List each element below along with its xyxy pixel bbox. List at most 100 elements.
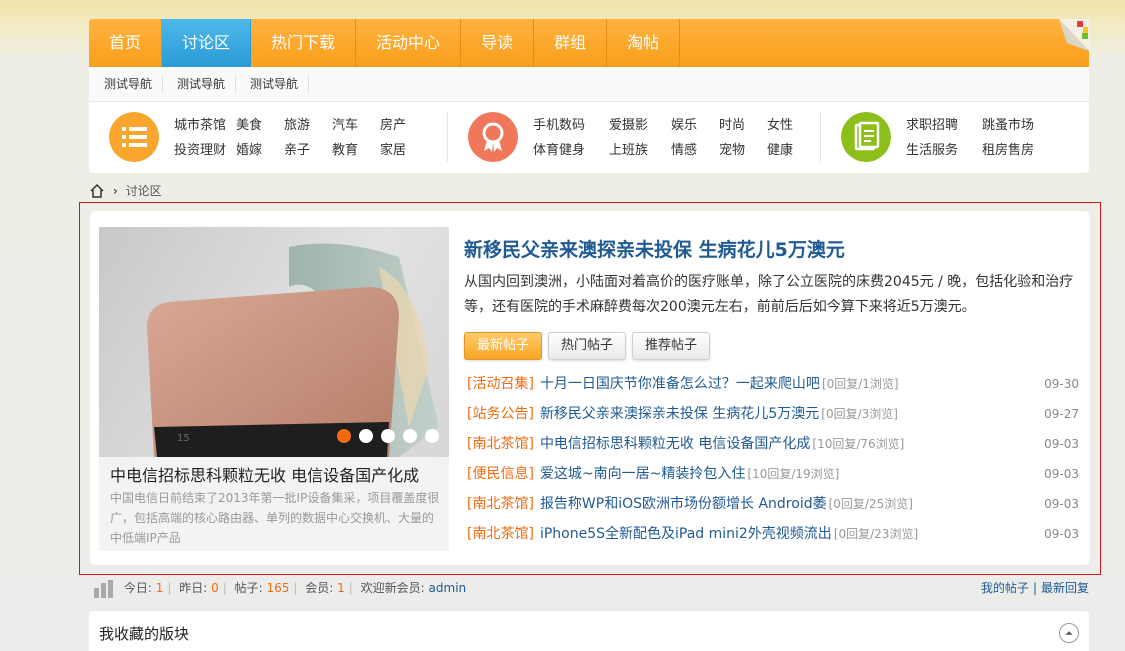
tab-hot-posts[interactable]: 热门帖子 bbox=[548, 332, 627, 360]
nav-item-collections[interactable]: 淘帖 bbox=[607, 19, 681, 67]
post-category[interactable]: [活动召集] bbox=[467, 376, 534, 392]
nav-item-downloads[interactable]: 热门下载 bbox=[251, 19, 357, 67]
category-group-services: 求职招聘 跳蚤市场 生活服务 租房售房 bbox=[822, 102, 1089, 173]
category-link[interactable]: 生活服务 bbox=[906, 139, 982, 158]
stat-today-value: 1 bbox=[155, 581, 164, 595]
forum-stats: 今日: 1 | 昨日: 0 | 帖子: 165 | 会员: 1 | 欢迎新会员: adm… bbox=[89, 577, 1089, 599]
post-category[interactable]: [便民信息] bbox=[467, 466, 534, 482]
divider bbox=[447, 112, 448, 162]
category-link[interactable]: 租房售房 bbox=[982, 139, 1052, 158]
post-title[interactable]: 新移民父亲来澳探亲未投保 生病花儿5万澳元 bbox=[540, 406, 819, 422]
post-title[interactable]: 爱这城~南向一居~精装拎包入住 bbox=[540, 466, 745, 482]
slide-title[interactable]: 中电信招标思科颗粒无收 电信设备国产化成 bbox=[110, 462, 419, 486]
nav-item-groups[interactable]: 群组 bbox=[534, 19, 608, 67]
featured-title[interactable]: 新移民父亲来澳探亲未投保 生病花儿5万澳元 bbox=[464, 235, 845, 262]
category-link[interactable]: 城市茶馆 bbox=[174, 114, 236, 133]
category-link[interactable]: 女性 bbox=[767, 114, 807, 133]
category-link[interactable]: 体育健身 bbox=[533, 139, 609, 158]
nav-item-home[interactable]: 首页 bbox=[89, 19, 163, 67]
favorites-title: 我收藏的版块 bbox=[99, 625, 190, 643]
chevron-right-icon: › bbox=[112, 183, 118, 198]
slider-dot[interactable] bbox=[359, 429, 373, 443]
post-category[interactable]: [南北茶馆] bbox=[467, 526, 534, 542]
post-date: 09-03 bbox=[1044, 527, 1079, 541]
category-link[interactable]: 美食 bbox=[236, 114, 284, 133]
category-link[interactable]: 上班族 bbox=[609, 139, 671, 158]
latest-replies-link[interactable]: 最新回复 bbox=[1041, 581, 1089, 595]
post-list: [活动召集] 十月一日国庆节你准备怎么过？一起来爬山吧 [0回复/1浏览] 09-30… bbox=[467, 373, 1079, 553]
home-icon[interactable] bbox=[89, 183, 105, 199]
post-title[interactable]: 十月一日国庆节你准备怎么过？一起来爬山吧 bbox=[540, 376, 820, 392]
category-link[interactable]: 爱摄影 bbox=[609, 114, 671, 133]
image-slider[interactable]: 15 中电信招标思科颗粒无收 电信设备国产化成 中国电信日前结束了2013年第一… bbox=[99, 227, 449, 551]
post-date: 09-03 bbox=[1044, 467, 1079, 481]
slider-dot[interactable] bbox=[381, 429, 395, 443]
post-category[interactable]: [南北茶馆] bbox=[467, 496, 534, 512]
category-link[interactable]: 宠物 bbox=[719, 139, 767, 158]
breadcrumb-current[interactable]: 讨论区 bbox=[126, 184, 162, 198]
post-title[interactable]: 中电信招标思科颗粒无收 电信设备国产化成 bbox=[540, 436, 810, 452]
post-category[interactable]: [站务公告] bbox=[467, 406, 534, 422]
slider-dots bbox=[329, 429, 439, 447]
newest-member-link[interactable]: admin bbox=[429, 581, 467, 595]
featured-description: 从国内回到澳洲，小陆面对着高价的医疗账单，除了公立医院的床费2045元 / 晚，… bbox=[464, 274, 1074, 315]
tab-latest-posts[interactable]: 最新帖子 bbox=[464, 332, 543, 360]
category-link[interactable]: 情感 bbox=[671, 139, 719, 158]
stat-today-label: 今日: bbox=[123, 581, 152, 595]
category-link[interactable]: 房产 bbox=[380, 114, 420, 133]
sub-nav-item[interactable]: 测试导航 bbox=[163, 75, 237, 93]
sub-nav-item[interactable]: 测试导航 bbox=[236, 75, 310, 93]
category-link[interactable]: 婚嫁 bbox=[236, 139, 284, 158]
featured-panel: 15 中电信招标思科颗粒无收 电信设备国产化成 中国电信日前结束了2013年第一… bbox=[90, 211, 1090, 565]
nav-item-events[interactable]: 活动中心 bbox=[356, 19, 462, 67]
post-date: 09-03 bbox=[1044, 437, 1079, 451]
watch-image: 15 bbox=[147, 243, 439, 457]
slider-dot[interactable] bbox=[425, 429, 439, 443]
stat-members-label: 会员: bbox=[305, 581, 334, 595]
post-stats: [10回复/19浏览] bbox=[747, 467, 840, 481]
category-link[interactable]: 健康 bbox=[767, 139, 807, 158]
collapse-icon[interactable] bbox=[1059, 623, 1079, 643]
nav-item-forum[interactable]: 讨论区 bbox=[162, 19, 252, 67]
stat-welcome-label: 欢迎新会员: bbox=[360, 581, 425, 595]
post-item: [便民信息] 爱这城~南向一居~精装拎包入住 [10回复/19浏览] 09-03 bbox=[467, 463, 1079, 493]
category-group-hobbies: 手机数码 爱摄影 娱乐 时尚 女性 体育健身 上班族 情感 宠物 健康 bbox=[449, 102, 819, 173]
category-link[interactable]: 时尚 bbox=[719, 114, 767, 133]
svg-text:15: 15 bbox=[177, 433, 190, 444]
category-link[interactable]: 跳蚤市场 bbox=[982, 114, 1052, 133]
post-date: 09-27 bbox=[1044, 407, 1079, 421]
slide-image[interactable]: 15 bbox=[99, 227, 449, 457]
post-category[interactable]: [南北茶馆] bbox=[467, 436, 534, 452]
category-link[interactable]: 投资理财 bbox=[174, 139, 236, 158]
main-nav: 首页 讨论区 热门下载 活动中心 导读 群组 淘帖 bbox=[89, 19, 1089, 67]
stat-posts-value: 165 bbox=[266, 581, 290, 595]
category-link[interactable]: 求职招聘 bbox=[906, 114, 982, 133]
tab-recommended-posts[interactable]: 推荐帖子 bbox=[632, 332, 711, 360]
stats-bar-icon bbox=[94, 579, 113, 598]
sub-nav-item[interactable]: 测试导航 bbox=[89, 75, 164, 93]
post-title[interactable]: iPhone5S全新配色及iPad mini2外壳视频流出 bbox=[540, 526, 832, 542]
post-item: [南北茶馆] 报告称WP和iOS欧洲市场份额增长 Android萎 [0回复/25浏… bbox=[467, 493, 1079, 523]
slider-dot[interactable] bbox=[403, 429, 417, 443]
category-link[interactable]: 家居 bbox=[380, 139, 420, 158]
post-date: 09-30 bbox=[1044, 377, 1079, 391]
category-group-lifestyle: 城市茶馆 美食 旅游 汽车 房产 投资理财 婚嫁 亲子 教育 家居 bbox=[89, 102, 449, 173]
category-link[interactable]: 娱乐 bbox=[671, 114, 719, 133]
category-link[interactable]: 手机数码 bbox=[533, 114, 609, 133]
slider-dot[interactable] bbox=[337, 429, 351, 443]
category-link[interactable]: 旅游 bbox=[284, 114, 332, 133]
nav-item-guide[interactable]: 导读 bbox=[461, 19, 535, 67]
category-link[interactable]: 教育 bbox=[332, 139, 380, 158]
document-icon bbox=[841, 112, 891, 162]
post-stats: [10回复/76浏览] bbox=[812, 437, 905, 451]
category-links: 手机数码 爱摄影 娱乐 时尚 女性 体育健身 上班族 情感 宠物 健康 bbox=[533, 114, 807, 164]
featured-section: 15 中电信招标思科颗粒无收 电信设备国产化成 中国电信日前结束了2013年第一… bbox=[79, 202, 1101, 575]
page-curl-icon[interactable] bbox=[1059, 19, 1089, 51]
my-posts-link[interactable]: 我的帖子 bbox=[981, 581, 1029, 595]
category-link[interactable]: 亲子 bbox=[284, 139, 332, 158]
post-title[interactable]: 报告称WP和iOS欧洲市场份额增长 Android萎 bbox=[540, 496, 827, 512]
category-link[interactable]: 汽车 bbox=[332, 114, 380, 133]
category-panel: 城市茶馆 美食 旅游 汽车 房产 投资理财 婚嫁 亲子 教育 家居 手机数码 爱摄影 娱乐 时尚 女性 … bbox=[89, 102, 1089, 173]
post-item: [南北茶馆] 中电信招标思科颗粒无收 电信设备国产化成 [10回复/76浏览] 09-… bbox=[467, 433, 1079, 463]
ribbon-icon bbox=[468, 112, 518, 162]
